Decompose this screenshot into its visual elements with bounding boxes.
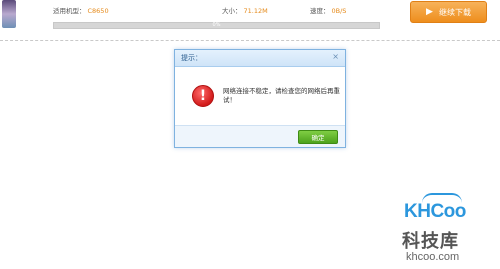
brand-chinese: 科技库 [402, 231, 459, 252]
download-bar: 适用机型： C8650 大小： 71.12M 速度： 0B/S 0% ▶ 继续下载 [0, 0, 500, 40]
dialog-title: 提示： [181, 54, 202, 62]
brand-wordmark: KHCoo [404, 201, 466, 222]
model-info: 适用机型： C8650 [53, 5, 109, 15]
size-label: 大小： [222, 7, 242, 15]
alert-dialog: 提示： × ! 网络连接不稳定，请检查您的网络后再重试！ 确定 [174, 49, 346, 148]
close-icon[interactable]: × [332, 52, 339, 61]
model-value: C8650 [87, 7, 109, 15]
model-label: 适用机型： [53, 7, 86, 15]
continue-download-button[interactable]: ▶ 继续下载 [410, 1, 487, 23]
progress-percent: 0% [212, 22, 221, 28]
phone-thumbnail [2, 0, 16, 28]
speed-info: 速度： 0B/S [310, 5, 346, 15]
dialog-message: 网络连接不稳定，请检查您的网络后再重试！ [223, 87, 340, 104]
speed-label: 速度： [310, 7, 330, 15]
speed-value: 0B/S [331, 7, 347, 15]
ok-button[interactable]: 确定 [298, 130, 338, 144]
size-info: 大小： 71.12M [222, 5, 268, 15]
size-value: 71.12M [243, 7, 268, 15]
download-progress-bar: 0% [53, 22, 380, 29]
brand-url: khcoo.com [406, 251, 460, 263]
dialog-header: 提示： × [175, 50, 345, 67]
error-icon: ! [192, 85, 214, 107]
khcoo-watermark-logo: KHCoo 科技库 khcoo.com [396, 193, 496, 269]
download-arrow-icon: ▶ [426, 7, 433, 17]
divider [0, 40, 500, 41]
dialog-footer: 确定 [175, 125, 345, 147]
continue-download-label: 继续下载 [438, 7, 471, 17]
